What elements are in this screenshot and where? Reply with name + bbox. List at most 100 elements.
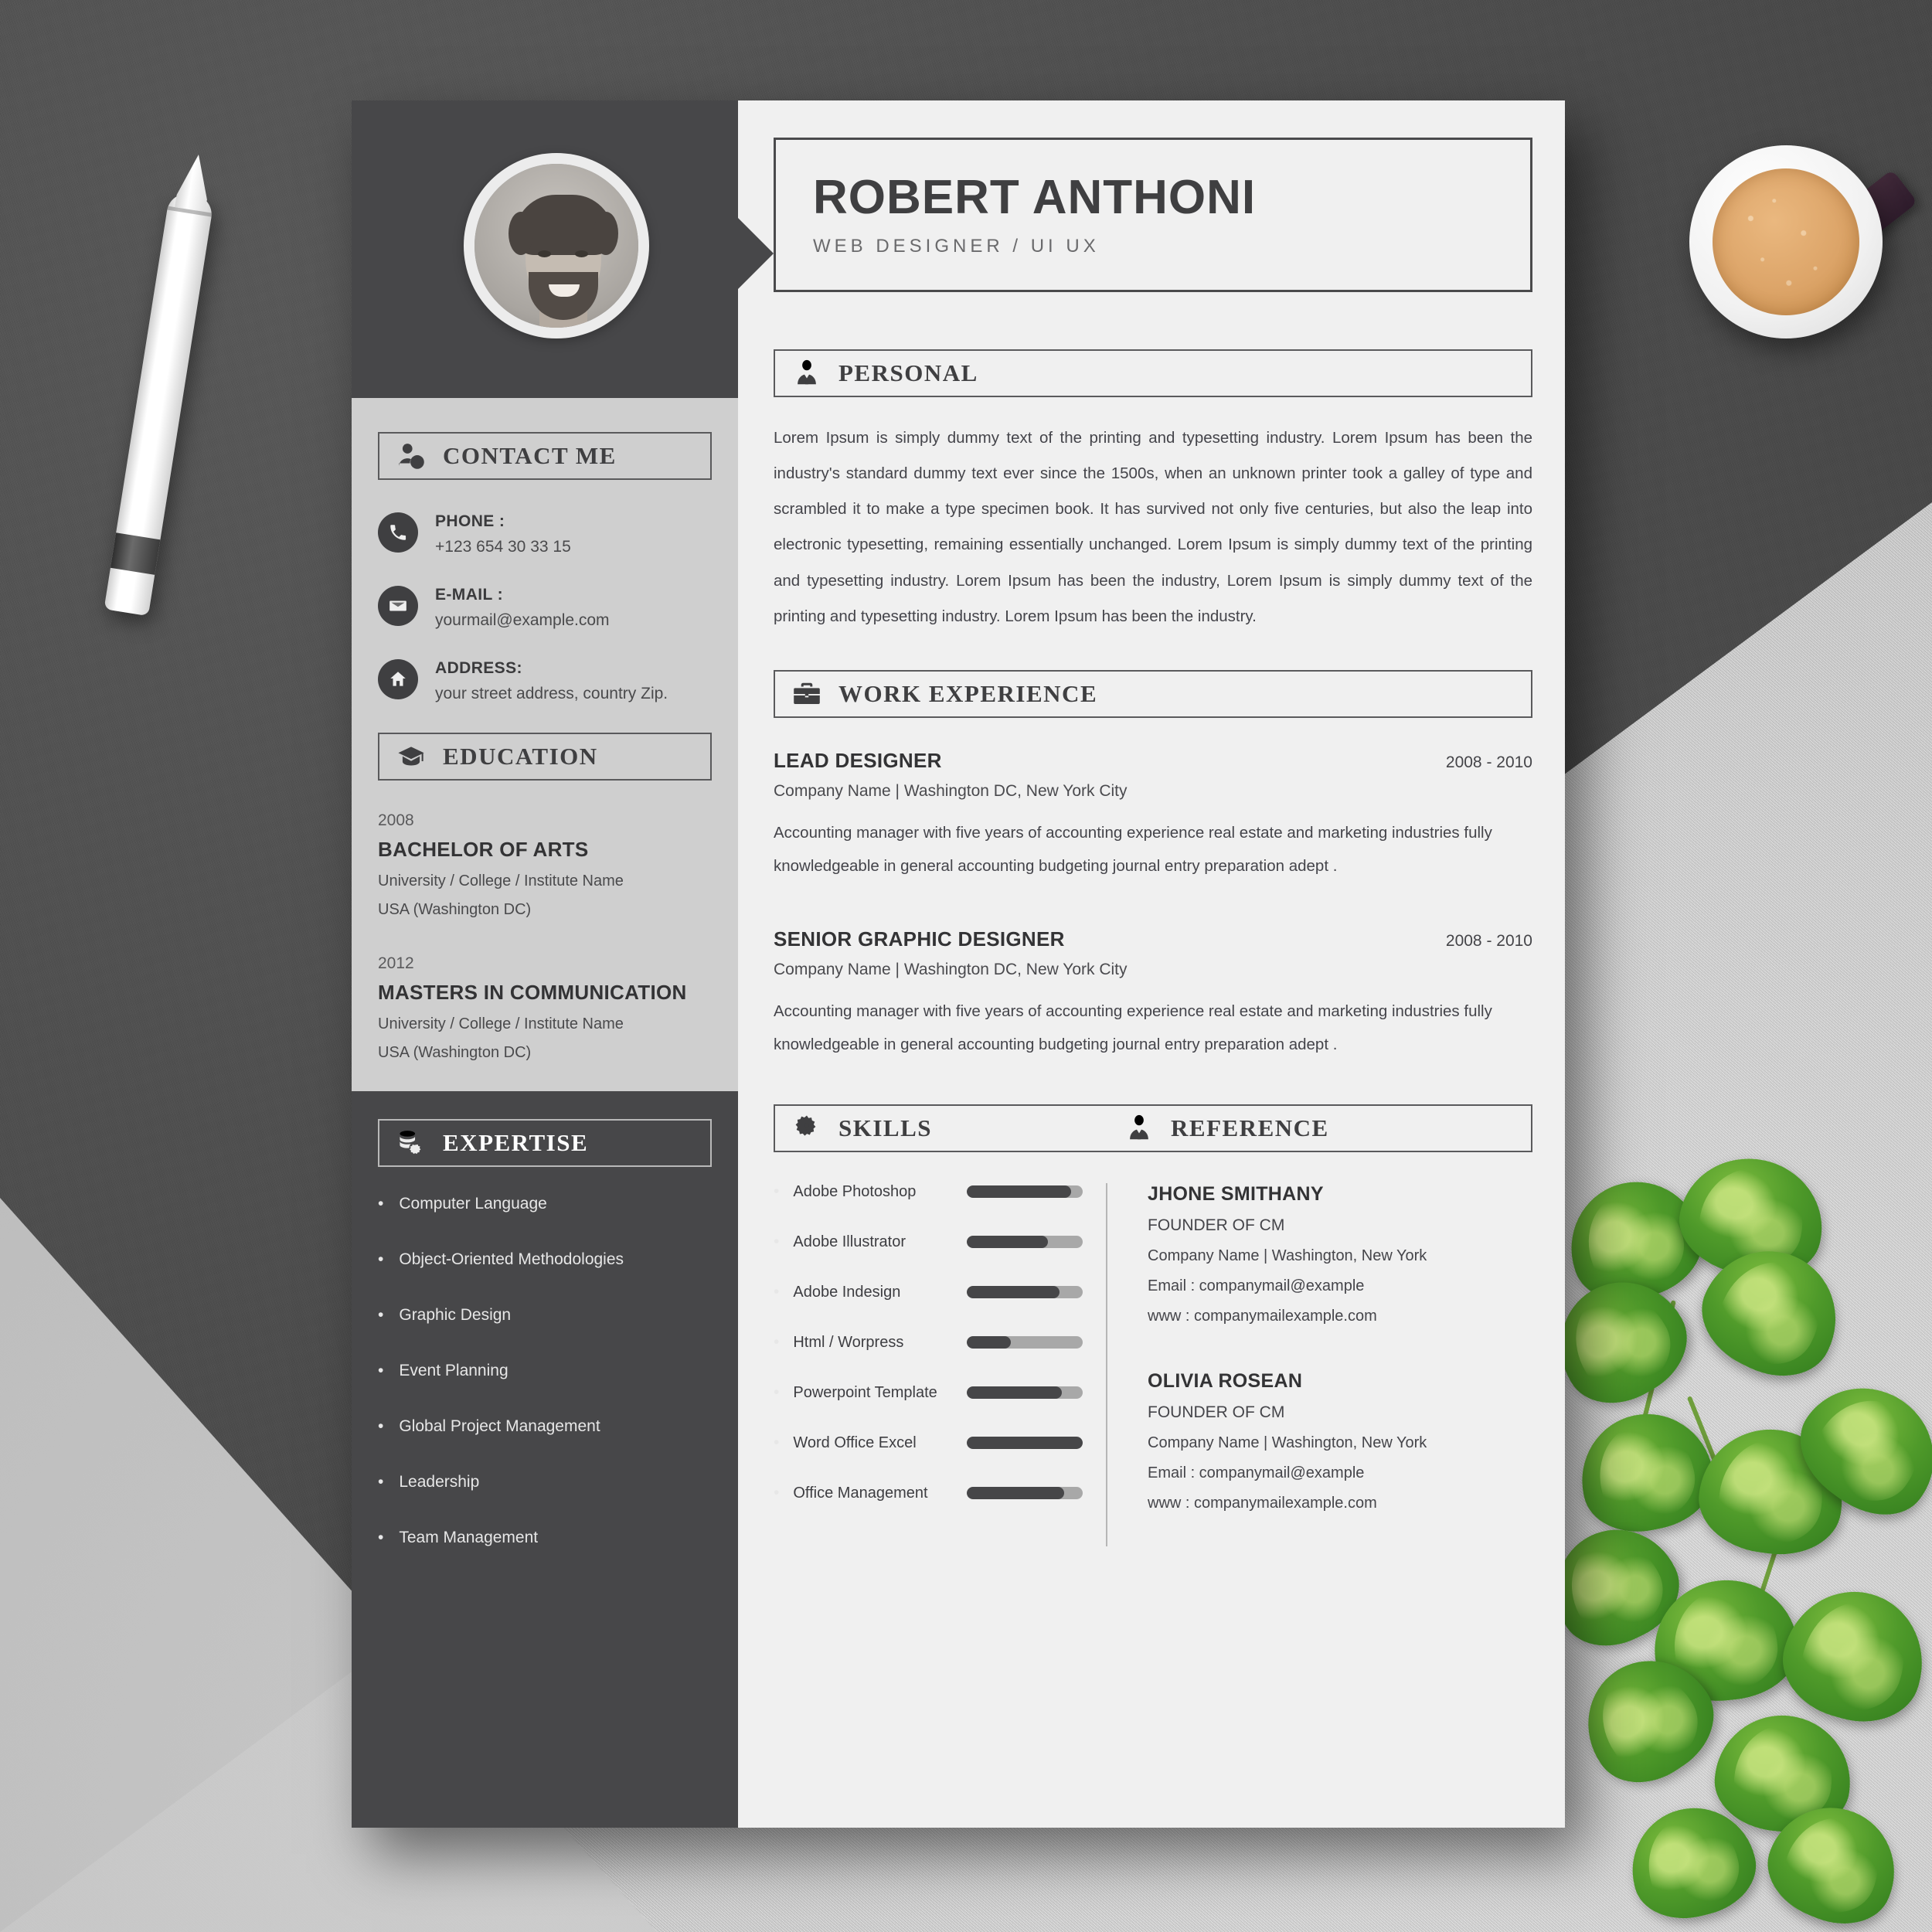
work-dates: 2008 - 2010 <box>1445 753 1532 771</box>
skill-label: Word Office Excel <box>793 1434 917 1451</box>
reference-website: www : companymailexample.com <box>1148 1307 1377 1325</box>
list-item: • Leadership <box>378 1473 712 1492</box>
person-suit-icon <box>798 359 816 385</box>
work-entry: LEAD DESIGNER 2008 - 2010 Company Name |… <box>774 749 1532 883</box>
job-role-subtitle: WEB DESIGNER / UI UX <box>813 236 1100 257</box>
briefcase-icon <box>794 682 820 704</box>
skill-row: • Adobe Photoshop <box>774 1183 1106 1201</box>
section-title: EDUCATION <box>443 743 598 770</box>
section-header-expertise: EXPERTISE <box>378 1119 712 1167</box>
expertise-label: Team Management <box>399 1529 539 1546</box>
education-school: University / College / Institute Name <box>378 1015 624 1032</box>
gear-person-icon <box>795 1115 816 1136</box>
reference-company: Company Name | Washington, New York <box>1148 1247 1427 1264</box>
reference-name: JHONE SMITHANY <box>1148 1182 1324 1205</box>
section-header-contact: CONTACT ME <box>378 432 712 480</box>
person-suit-icon <box>1130 1114 1148 1140</box>
resume-document: CONTACT ME PHONE : +123 654 30 33 15 E-M… <box>352 100 1565 1828</box>
skill-progress-bar <box>967 1236 1083 1249</box>
section-header-education: EDUCATION <box>378 733 712 781</box>
section-header-reference: REFERENCE <box>1107 1106 1329 1151</box>
work-title: LEAD DESIGNER <box>774 748 942 772</box>
work-dates: 2008 - 2010 <box>1445 931 1532 950</box>
work-description: Accounting manager with five years of ac… <box>774 1002 1492 1053</box>
education-school: University / College / Institute Name <box>378 872 624 889</box>
section-title: WORK EXPERIENCE <box>838 679 1098 707</box>
header-arrow-notch <box>736 216 774 291</box>
contact-item-phone[interactable]: PHONE : +123 654 30 33 15 <box>378 512 712 556</box>
skill-row: • Adobe Illustrator <box>774 1233 1106 1251</box>
contact-item-address[interactable]: ADDRESS: your street address, country Zi… <box>378 659 712 703</box>
expertise-label: Global Project Management <box>399 1417 600 1435</box>
reference-entry: JHONE SMITHANY FOUNDER OF CM Company Nam… <box>1148 1183 1532 1325</box>
contact-list: PHONE : +123 654 30 33 15 E-MAIL : yourm… <box>378 512 712 703</box>
envelope-icon <box>378 586 418 626</box>
skill-label: Powerpoint Template <box>793 1383 937 1401</box>
skill-row: • Powerpoint Template <box>774 1384 1106 1402</box>
reference-list: JHONE SMITHANY FOUNDER OF CM Company Nam… <box>1106 1182 1532 1546</box>
personal-paragraph: Lorem Ipsum is simply dummy text of the … <box>774 429 1532 625</box>
sidebar-dark-panel: EXPERTISE • Computer Language • Object-Ori… <box>352 1091 738 1828</box>
resume-main: ROBERT ANTHONI WEB DESIGNER / UI UX PERS… <box>738 100 1565 1828</box>
contact-label: PHONE : <box>435 512 505 530</box>
skill-row: • Office Management <box>774 1485 1106 1502</box>
reference-entry: OLIVIA ROSEAN FOUNDER OF CM Company Name… <box>1148 1370 1532 1512</box>
pothos-plant <box>1535 1145 1932 1932</box>
education-year: 2008 <box>378 811 414 829</box>
work-company: Company Name | Washington DC, New York C… <box>774 781 1128 800</box>
avatar <box>464 153 649 338</box>
section-header-skills: SKILLS <box>775 1106 1107 1151</box>
list-item: • Object-Oriented Methodologies <box>378 1250 712 1269</box>
work-company: Company Name | Washington DC, New York C… <box>774 960 1128 978</box>
cup-body <box>1689 145 1883 338</box>
education-degree: BACHELOR OF ARTS <box>378 838 589 861</box>
skill-progress-bar <box>967 1437 1083 1450</box>
work-description: Accounting manager with five years of ac… <box>774 823 1492 875</box>
bullet-icon: • <box>378 1250 384 1268</box>
skill-progress-bar <box>967 1487 1083 1500</box>
education-degree: MASTERS IN COMMUNICATION <box>378 981 687 1004</box>
coffee-foam <box>1713 168 1859 315</box>
bullet-icon: • <box>378 1473 384 1491</box>
graduation-cap-icon <box>398 747 424 766</box>
bullet-icon: • <box>774 1182 780 1200</box>
bullet-icon: • <box>774 1433 780 1451</box>
section-title: PERSONAL <box>838 359 978 386</box>
reference-company: Company Name | Washington, New York <box>1148 1434 1427 1451</box>
education-location: USA (Washington DC) <box>378 1044 532 1061</box>
page-title: ROBERT ANTHONI <box>813 171 1257 224</box>
skill-row: • Html / Worpress <box>774 1334 1106 1352</box>
education-entry: 2012 MASTERS IN COMMUNICATION University… <box>378 954 712 1062</box>
bullet-icon: • <box>774 1332 780 1351</box>
reference-role: FOUNDER OF CM <box>1148 1403 1285 1421</box>
skill-row: • Word Office Excel <box>774 1434 1106 1452</box>
list-item: • Team Management <box>378 1529 712 1547</box>
list-item: • Global Project Management <box>378 1417 712 1436</box>
skills-list: • Adobe Photoshop • Adobe Illustrator • Ado… <box>774 1183 1106 1546</box>
section-header-work-experience: WORK EXPERIENCE <box>774 669 1532 718</box>
skill-progress-bar <box>967 1386 1083 1400</box>
work-entry: SENIOR GRAPHIC DESIGNER 2008 - 2010 Comp… <box>774 927 1532 1061</box>
database-gear-icon <box>400 1131 421 1155</box>
education-entry: 2008 BACHELOR OF ARTS University / Colle… <box>378 811 712 919</box>
home-icon <box>378 659 418 699</box>
coffee-liquid <box>1713 168 1859 315</box>
plant-leaf <box>1770 1575 1932 1736</box>
expertise-list: • Computer Language • Object-Oriented Meth… <box>352 1195 738 1615</box>
bullet-icon: • <box>378 1417 384 1435</box>
skill-progress-bar <box>967 1286 1083 1299</box>
section-title: CONTACT ME <box>443 442 617 469</box>
contact-item-email[interactable]: E-MAIL : yourmail@example.com <box>378 586 712 630</box>
section-header-personal: PERSONAL <box>774 349 1532 397</box>
bullet-icon: • <box>774 1383 780 1401</box>
sidebar-light-panel: CONTACT ME PHONE : +123 654 30 33 15 E-M… <box>352 398 738 1091</box>
list-item: • Graphic Design <box>378 1306 712 1325</box>
avatar-image <box>474 164 638 328</box>
reference-role: FOUNDER OF CM <box>1148 1216 1285 1234</box>
scene: CONTACT ME PHONE : +123 654 30 33 15 E-M… <box>0 0 1932 1932</box>
skill-progress-bar <box>967 1336 1083 1349</box>
education-year: 2012 <box>378 954 414 972</box>
user-star-icon <box>399 444 424 469</box>
contact-label: E-MAIL : <box>435 586 503 604</box>
coffee-cup <box>1689 145 1918 338</box>
